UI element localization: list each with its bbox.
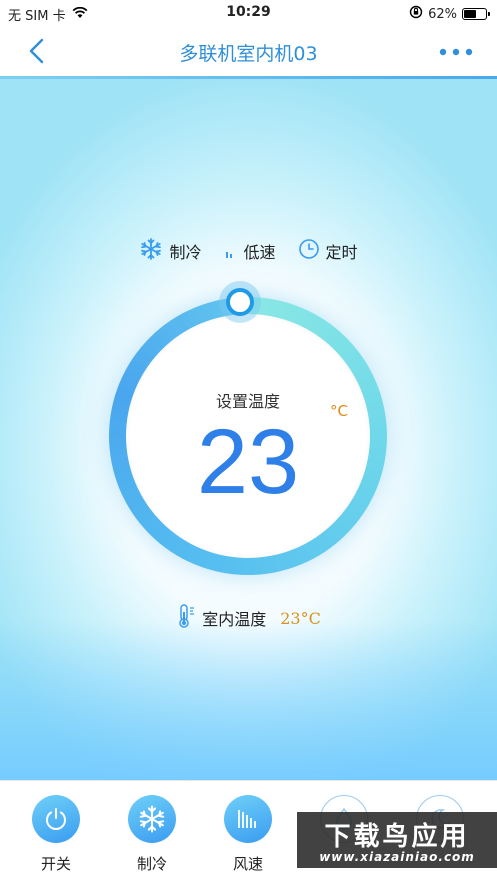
watermark-title: 下载鸟应用 (324, 822, 470, 852)
nav-bar: 多联机室内机03 (0, 28, 497, 76)
fan-speed-icon (238, 810, 256, 828)
snowflake-icon (139, 237, 163, 265)
main-area: 制冷 低速 定时 设置温度 23 °C 室内温度 23°C (0, 79, 497, 780)
indoor-temperature-label: 室内温度 (202, 610, 267, 629)
fan-speed-button[interactable]: 风速 (213, 795, 283, 874)
dial-handle-knob (226, 288, 254, 316)
snowflake-icon (139, 805, 165, 833)
fan-speed-low-icon (223, 237, 237, 265)
set-temperature-value: 23 (196, 411, 300, 513)
mode-status-timer: 定时 (298, 238, 358, 264)
battery-fill (464, 10, 477, 18)
mode-status-row: 制冷 低速 定时 (0, 237, 497, 265)
fan-speed-circle (224, 795, 272, 843)
power-button-label: 开关 (40, 855, 71, 873)
mode-status-label: 定时 (325, 243, 358, 262)
status-bar: 无 SIM 卡 10:29 62% (0, 0, 497, 28)
dial-handle[interactable] (219, 281, 261, 323)
page-title: 多联机室内机03 (179, 43, 318, 65)
mode-status-label: 低速 (243, 243, 276, 262)
mode-status-cooling: 制冷 (139, 237, 201, 265)
cooling-mode-circle (128, 795, 176, 843)
power-icon (46, 808, 66, 830)
battery-icon (462, 8, 490, 20)
dial-face: 设置温度 23 °C (126, 314, 370, 558)
more-button[interactable] (435, 34, 479, 70)
temperature-dial[interactable]: 设置温度 23 °C (109, 297, 387, 575)
thermometer-icon (176, 603, 196, 633)
power-button-circle (32, 795, 80, 843)
cooling-mode-button[interactable]: 制冷 (117, 795, 187, 874)
indoor-temperature-row: 室内温度 23°C (0, 603, 497, 633)
fan-speed-label: 风速 (232, 855, 263, 873)
watermark: 下载鸟应用 www.xiazainiao.com (297, 812, 497, 868)
orientation-lock-icon (409, 5, 423, 23)
cooling-mode-label: 制冷 (136, 855, 167, 873)
clock-icon (298, 238, 320, 264)
set-temperature-unit: °C (330, 402, 348, 420)
mode-status-fan-speed: 低速 (223, 237, 276, 265)
battery-percent: 62% (428, 6, 457, 22)
indoor-temperature-value: 23°C (280, 608, 321, 628)
more-dots-icon (439, 48, 473, 56)
status-right: 62% (409, 5, 490, 23)
power-button[interactable]: 开关 (21, 795, 91, 874)
mode-status-label: 制冷 (169, 243, 202, 262)
watermark-url: www.xiazainiao.com (319, 850, 475, 864)
